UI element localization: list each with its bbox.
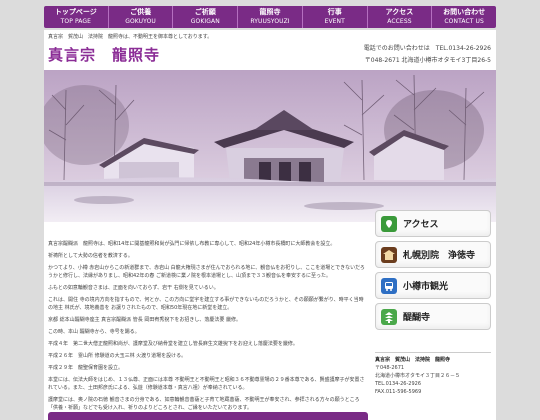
main-nav: トップページ TOP PAGE ご供養 GOKUYOU ご祈願 GOKIGAN 龍照寺…	[44, 6, 496, 28]
banner-daigoji-label: 醍醐寺	[403, 313, 431, 323]
main-paragraph: 平成２６年 霊山所 修験道の大玉三林 火渡り道場を設ける。	[48, 353, 187, 359]
main-paragraph: 護摩堂には、奥ノ院の石徳 観音さまの分身である、如意輪観音菩薩と子育て地蔵菩薩、…	[48, 397, 360, 411]
main-paragraph: 本堂には、伝法大師をはじめ、１３仏尊、正面には本尊 不動明王と不動明王と昭和３６…	[48, 377, 365, 391]
banner-access-label: アクセス	[403, 220, 439, 230]
nav-gokuyou[interactable]: ご供養 GOKUYOU	[107, 6, 173, 28]
address-street: 北海道小樽市オタモイ３丁目２６－５	[375, 373, 461, 379]
content-footer-bar	[48, 412, 368, 420]
nav-ryuusyouzi[interactable]: 龍照寺 RYUUSYOUZI	[237, 6, 302, 28]
map-icon	[381, 215, 397, 232]
nav-event-en: EVENT	[324, 18, 345, 25]
main-paragraph: 祈祷所として大勢の信者を教済する。	[48, 253, 133, 259]
nav-event[interactable]: 行事 EVENT	[301, 6, 367, 28]
site-title[interactable]: 真言宗 龍照寺	[48, 44, 160, 65]
nav-top[interactable]: トップページ TOP PAGE	[44, 6, 108, 28]
address-zip: 〒048-2671	[375, 365, 405, 371]
nav-contact[interactable]: お問い合わせ CONTACT US	[431, 6, 496, 28]
address-title: 真言宗 賀茂山 法持院 龍照寺	[375, 357, 451, 363]
nav-access[interactable]: アクセス ACCESS	[366, 6, 432, 28]
main-paragraph: 京都 総本山醍醐寺座主 真言宗醍醐派 管長 岡田宥秀猊下をお招きし、落慶法要 厳…	[48, 317, 241, 323]
page-container: 真言宗 賀茂山 法持院 龍照寺は、不動明王を御本尊としております。 真言宗 龍照…	[44, 30, 496, 420]
banner-sapporo-betsuin[interactable]: 札幌別院 浄徳寺	[375, 241, 491, 268]
main-paragraph: かつてより、小樽 赤岩山からこの新道群まで、赤岩山 白龍大権現さまが住んでおられ…	[48, 265, 365, 279]
banner-otaru-tourism[interactable]: 小樽市観光	[375, 272, 491, 299]
contact-phone: 電話でのお問い合わせは TEL.0134-26-2926	[363, 45, 491, 52]
temple-icon	[381, 246, 397, 263]
nav-ryuusyouzi-en: RYUUSYOUZI	[250, 18, 290, 25]
nav-contact-en: CONTACT US	[444, 18, 484, 25]
pagoda-icon	[381, 308, 397, 325]
main-paragraph: 真言宗醍醐派 龍照寺は、昭和14年に開基龍照和尚が弘門に帰依し布教に専心して、昭…	[48, 241, 336, 247]
nav-gokuyou-jp: ご供養	[130, 8, 152, 16]
contact-info: 電話でのお問い合わせは TEL.0134-26-2926 〒048-2671 北…	[364, 43, 491, 67]
nav-access-en: ACCESS	[387, 18, 412, 25]
temple-photo	[44, 70, 496, 222]
main-paragraph: この時、本山 醍醐寺から、寺号を賜る。	[48, 329, 140, 335]
banner-otaru-label: 小樽市観光	[403, 282, 449, 292]
main-paragraph: 平成４年 第二世大僧正龍照和尚が、護摩堂及び納骨堂を建立し管長麻生文雄猊下をお迎…	[48, 341, 298, 347]
nav-gokigan-en: GOKIGAN	[190, 18, 220, 25]
main-content: 真言宗醍醐派 龍照寺は、昭和14年に開基龍照和尚が弘門に帰依し布教に専心して、昭…	[48, 240, 368, 416]
address-tel: TEL.0134-26-2926	[375, 381, 422, 387]
nav-gokigan[interactable]: ご祈願 GOKIGAN	[172, 6, 237, 28]
nav-gokuyou-en: GOKUYOU	[125, 18, 156, 25]
nav-gokigan-jp: ご祈願	[194, 8, 216, 16]
main-paragraph: これは、開住 寺の境内方向を指すもので、何とか、この方向に堂宇を建立する事ができ…	[48, 297, 364, 311]
nav-ryuusyouzi-jp: 龍照寺	[259, 8, 281, 16]
banner-access[interactable]: アクセス	[375, 210, 491, 237]
bus-icon	[381, 277, 397, 294]
nav-contact-jp: お問い合わせ	[443, 8, 486, 16]
breadcrumb: 真言宗 賀茂山 法持院 龍照寺は、不動明王を御本尊としております。	[48, 34, 213, 40]
contact-address: 〒048-2671 北海道小樽市オタモイ3丁目26-5	[364, 57, 491, 64]
hero-image	[44, 70, 496, 222]
nav-access-jp: アクセス	[385, 8, 414, 16]
address-fax: FAX.011-596-5969	[375, 389, 422, 395]
nav-top-jp: トップページ	[54, 8, 97, 16]
banner-sapporo-label: 札幌別院 浄徳寺	[403, 251, 476, 261]
address-box: 真言宗 賀茂山 法持院 龍照寺 〒048-2671 北海道小樽市オタモイ３丁目２…	[375, 352, 491, 396]
sidebar-banners: アクセス 札幌別院 浄徳寺 小樽市観光 醍醐寺	[375, 210, 491, 334]
main-paragraph: ふもとの如意輪観音さまは、正面を向いておらず、岩干 右側を見ているい。	[48, 285, 219, 291]
main-paragraph: 平成２９年 龍聖保育園を設立。	[48, 365, 124, 371]
nav-event-jp: 行事	[327, 8, 342, 16]
nav-top-en: TOP PAGE	[60, 18, 92, 25]
banner-daigoji[interactable]: 醍醐寺	[375, 303, 491, 330]
